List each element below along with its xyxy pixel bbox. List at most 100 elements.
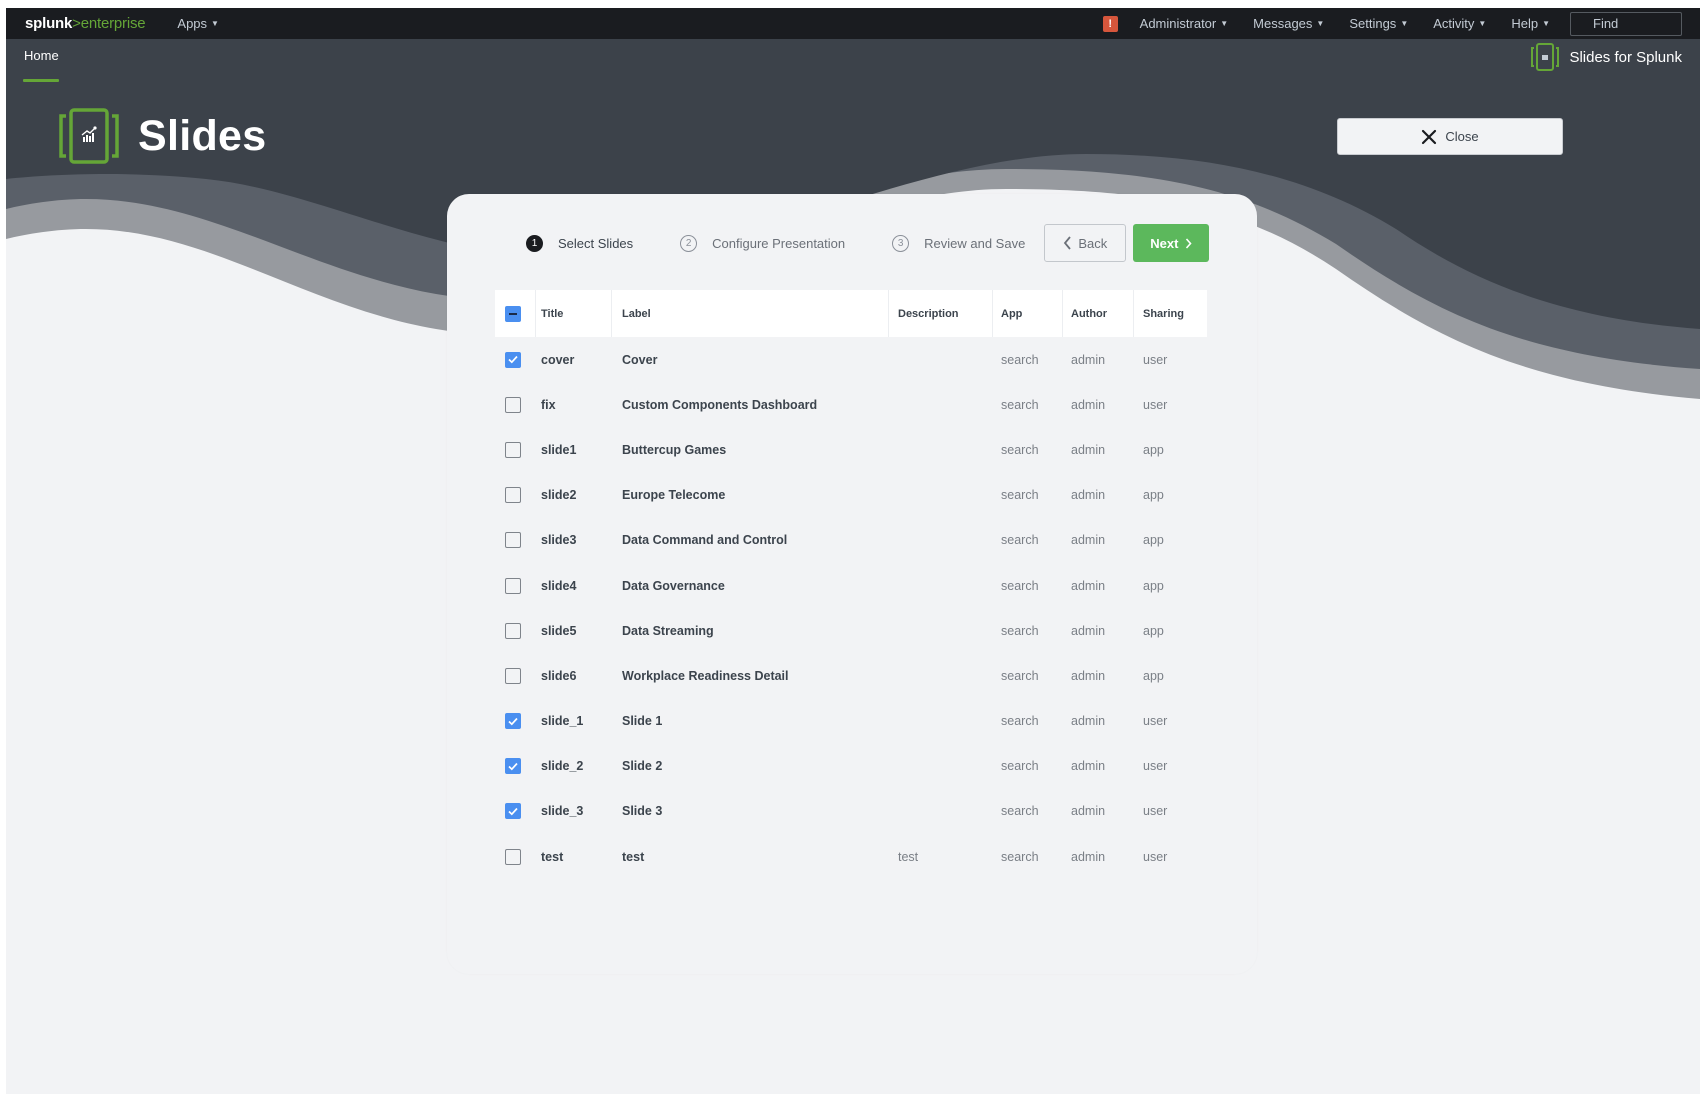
cell-label: Data Command and Control — [622, 533, 788, 548]
row-checkbox-cell — [495, 351, 536, 368]
row-checkbox[interactable] — [505, 577, 521, 594]
table-row[interactable]: slide1 Buttercup Games search admin app — [495, 427, 1207, 472]
cell-sharing: app — [1143, 578, 1164, 593]
table-row[interactable]: cover Cover search admin user — [495, 337, 1207, 382]
step-configure-presentation[interactable]: 2 Configure Presentation — [680, 234, 845, 252]
messages-menu[interactable]: Messages ▼ — [1253, 16, 1324, 31]
cell-author: admin — [1071, 849, 1106, 864]
caret-down-icon: ▼ — [1220, 19, 1229, 28]
app-window: splunk>enterprise Apps ▼ ! Administrator ▼… — [6, 8, 1700, 1094]
next-button[interactable]: Next — [1133, 224, 1210, 262]
row-checkbox[interactable] — [505, 803, 521, 820]
cell-app: search — [1001, 442, 1039, 457]
step-label: Select Slides — [558, 235, 634, 251]
table-row[interactable]: slide6 Workplace Readiness Detail search… — [495, 653, 1207, 698]
table-row[interactable]: slide_3 Slide 3 search admin user — [495, 789, 1207, 834]
table-row[interactable]: slide5 Data Streaming search admin app — [495, 608, 1207, 653]
row-checkbox[interactable] — [505, 758, 521, 775]
row-checkbox[interactable] — [505, 351, 521, 368]
cell-sharing: user — [1143, 397, 1168, 412]
row-checkbox[interactable] — [505, 487, 521, 504]
row-checkbox-cell — [495, 803, 536, 820]
row-checkbox[interactable] — [505, 396, 521, 413]
page-header: Slides — [58, 108, 266, 164]
cell-title: slide_1 — [541, 714, 584, 729]
caret-down-icon: ▼ — [1316, 19, 1325, 28]
app-brand: Slides for Splunk — [1530, 43, 1682, 71]
table-header: Title Label Description App Author Shari… — [495, 290, 1207, 337]
row-checkbox[interactable] — [505, 713, 521, 730]
cell-author: admin — [1071, 623, 1106, 638]
slides-app-icon — [1531, 43, 1560, 71]
cell-app: search — [1001, 623, 1039, 638]
page-title: Slides — [138, 111, 267, 160]
row-checkbox-cell — [495, 396, 536, 413]
row-checkbox[interactable] — [505, 667, 521, 684]
column-header-author[interactable]: Author — [1063, 290, 1134, 337]
column-header-title[interactable]: Title — [536, 290, 612, 337]
row-checkbox[interactable] — [505, 622, 521, 639]
help-menu[interactable]: Help ▼ — [1511, 16, 1550, 31]
column-header-label[interactable]: Label — [612, 290, 889, 337]
cell-sharing: app — [1143, 668, 1164, 683]
row-checkbox-cell — [495, 577, 536, 594]
column-header-sharing[interactable]: Sharing — [1134, 290, 1207, 337]
table-row[interactable]: slide3 Data Command and Control search a… — [495, 518, 1207, 563]
help-menu-label: Help — [1511, 16, 1539, 31]
apps-menu[interactable]: Apps ▼ — [177, 16, 219, 31]
row-checkbox-cell — [495, 441, 536, 458]
find-input[interactable]: Find — [1570, 11, 1682, 36]
table-row[interactable]: slide4 Data Governance search admin app — [495, 563, 1207, 608]
step-select-slides[interactable]: 1 Select Slides — [526, 234, 634, 252]
row-checkbox[interactable] — [505, 441, 521, 458]
cell-sharing: user — [1143, 352, 1168, 367]
cell-sharing: app — [1143, 623, 1164, 638]
tab-home[interactable]: Home — [24, 48, 59, 63]
settings-menu[interactable]: Settings ▼ — [1349, 16, 1408, 31]
select-all-checkbox[interactable] — [505, 305, 521, 322]
table-row[interactable]: test test test search admin user — [495, 834, 1207, 879]
cell-sharing: user — [1143, 759, 1168, 774]
activity-menu[interactable]: Activity ▼ — [1433, 16, 1486, 31]
chevron-right-icon — [1186, 237, 1192, 249]
cell-title: slide2 — [541, 488, 577, 503]
splunk-logo[interactable]: splunk>enterprise — [25, 15, 146, 32]
cell-label: Cover — [622, 352, 658, 367]
caret-down-icon: ▼ — [1400, 19, 1409, 28]
administrator-menu-label: Administrator — [1139, 16, 1217, 31]
cell-title: slide4 — [541, 578, 577, 593]
close-button-label: Close — [1445, 129, 1479, 144]
global-nav-bar: splunk>enterprise Apps ▼ ! Administrator ▼… — [6, 8, 1700, 39]
table-row[interactable]: slide_1 Slide 1 search admin user — [495, 699, 1207, 744]
back-button[interactable]: Back — [1044, 224, 1127, 262]
cell-label: Slide 2 — [622, 759, 663, 774]
slides-table: Title Label Description App Author Shari… — [495, 290, 1207, 879]
column-header-description[interactable]: Description — [889, 290, 993, 337]
cell-author: admin — [1071, 397, 1106, 412]
cell-title: test — [541, 849, 564, 864]
row-checkbox[interactable] — [505, 532, 521, 549]
table-row[interactable]: slide2 Europe Telecome search admin app — [495, 473, 1207, 518]
active-tab-indicator — [23, 79, 59, 82]
global-nav-right: ! Administrator ▼ Messages ▼ Settings ▼ Act… — [1102, 8, 1682, 39]
checkmark-icon — [508, 356, 518, 364]
row-checkbox-cell — [495, 667, 536, 684]
caret-down-icon: ▼ — [1542, 19, 1550, 28]
table-row[interactable]: fix Custom Components Dashboard search a… — [495, 382, 1207, 427]
table-row[interactable]: slide_2 Slide 2 search admin user — [495, 744, 1207, 789]
administrator-menu[interactable]: Administrator ▼ — [1140, 16, 1229, 31]
column-header-app[interactable]: App — [993, 290, 1063, 337]
cell-label: Data Streaming — [622, 623, 714, 638]
back-button-label: Back — [1078, 235, 1108, 251]
close-button[interactable]: Close — [1337, 118, 1563, 155]
next-button-label: Next — [1150, 235, 1179, 251]
settings-menu-label: Settings — [1349, 16, 1397, 31]
cell-label: Slide 3 — [622, 804, 663, 819]
alert-icon[interactable]: ! — [1102, 15, 1118, 32]
step-review-and-save[interactable]: 3 Review and Save — [892, 234, 1026, 252]
cell-app: search — [1001, 759, 1039, 774]
cell-sharing: app — [1143, 442, 1164, 457]
row-checkbox[interactable] — [505, 848, 521, 865]
cell-author: admin — [1071, 714, 1106, 729]
step-label: Review and Save — [924, 235, 1026, 251]
